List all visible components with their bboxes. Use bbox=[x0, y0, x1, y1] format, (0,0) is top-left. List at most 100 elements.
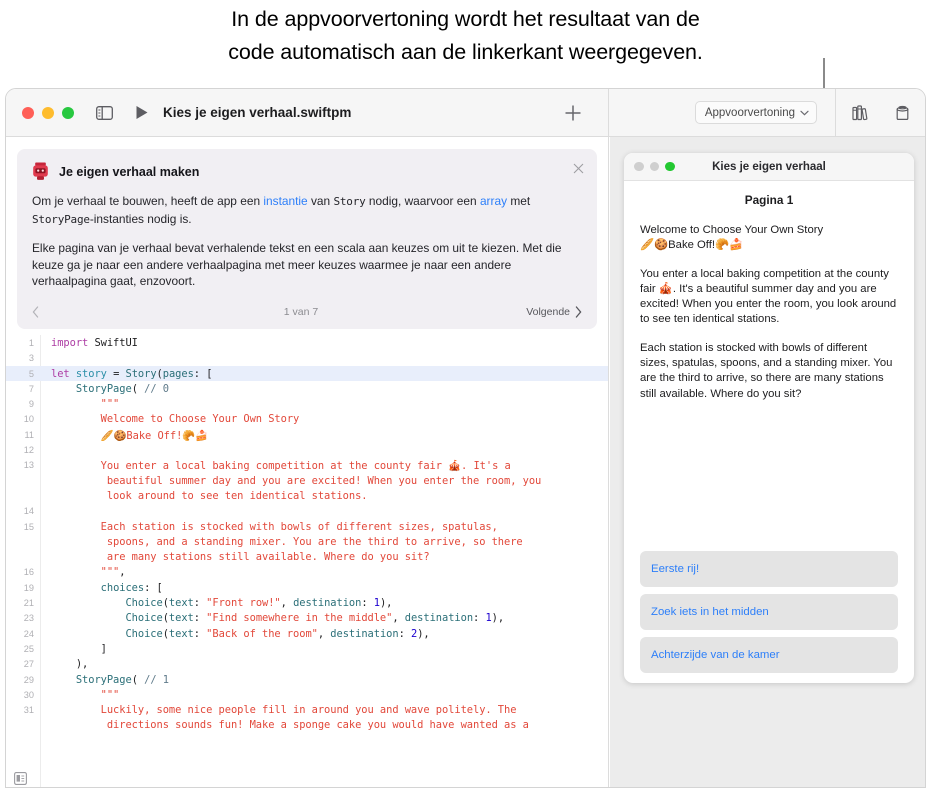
preview-close-dot[interactable] bbox=[634, 161, 644, 172]
code-line-text: are many stations still available. Where… bbox=[51, 551, 430, 564]
line-number: 15 bbox=[23, 521, 34, 532]
toolbar-right-section: Appvoorvertoning bbox=[609, 89, 925, 137]
story-paragraph: You enter a local baking competition at … bbox=[640, 267, 897, 326]
code-line-text: You enter a local baking competition at … bbox=[51, 460, 511, 473]
link-array[interactable]: array bbox=[480, 194, 507, 208]
code-line: 15 Each station is stocked with bowls of… bbox=[6, 519, 608, 534]
code-line-text: import SwiftUI bbox=[51, 337, 138, 349]
line-number: 12 bbox=[23, 445, 34, 456]
preview-choices-list: Eerste rij! Zoek iets in het midden Acht… bbox=[640, 551, 898, 673]
code-line: 24 Choice(text: "Back of the room", dest… bbox=[6, 626, 608, 641]
code-line: directions sounds fun! Make a sponge cak… bbox=[6, 717, 608, 732]
info-next-button[interactable]: Volgende bbox=[500, 306, 582, 318]
info-card-header: Je eigen verhaal maken bbox=[32, 162, 582, 181]
caption-line-1: In de appvoorvertoning wordt het resulta… bbox=[231, 7, 700, 31]
close-icon[interactable] bbox=[572, 162, 585, 175]
code-line: 31 Luckily, some nice people fill in aro… bbox=[6, 702, 608, 717]
code-line: 14 bbox=[6, 503, 608, 518]
ip1-code-storypage: StoryPage bbox=[32, 212, 90, 226]
code-line: 3 bbox=[6, 350, 608, 365]
code-line-text: StoryPage( // 0 bbox=[75, 382, 169, 395]
robot-face-icon bbox=[32, 162, 49, 181]
link-instantie[interactable]: instantie bbox=[263, 194, 307, 208]
code-line-text: let story = Story(pages: [ bbox=[51, 367, 213, 380]
code-line: 19 choices: [ bbox=[6, 580, 608, 595]
ip1-c: nodig, waarvoor een bbox=[365, 194, 480, 208]
preview-mode-select[interactable]: Appvoorvertoning bbox=[694, 101, 817, 124]
preview-minimize-dot[interactable] bbox=[649, 161, 659, 172]
minimize-window-button[interactable] bbox=[42, 106, 54, 119]
preview-page-label: Pagina 1 bbox=[744, 193, 794, 207]
line-number: 23 bbox=[23, 613, 34, 624]
code-line-text: look around to see ten identical station… bbox=[51, 489, 368, 502]
preview-mode-label: Appvoorvertoning bbox=[704, 106, 795, 119]
preview-live-dot[interactable] bbox=[665, 161, 675, 172]
line-number: 11 bbox=[24, 429, 34, 440]
info-card-footer: 1 van 7 Volgende bbox=[32, 303, 582, 321]
choice-button[interactable]: Zoek iets in het midden bbox=[640, 594, 898, 630]
caption-line-2: code automatisch aan de linkerkant weerg… bbox=[228, 40, 703, 64]
run-triangle-icon[interactable] bbox=[135, 105, 149, 120]
line-number: 27 bbox=[23, 659, 34, 670]
code-lines-container: 1 import SwiftUI 3 5 let story = Story(pages… bbox=[6, 335, 608, 733]
zoom-window-button[interactable] bbox=[62, 106, 74, 119]
line-number: 31 bbox=[23, 705, 34, 716]
line-number: 14 bbox=[23, 506, 34, 517]
close-window-button[interactable] bbox=[22, 106, 34, 119]
preview-window-titlebar: Kies je eigen verhaal bbox=[624, 153, 914, 181]
editor-options-icon[interactable] bbox=[14, 772, 27, 785]
line-number: 7 bbox=[28, 383, 34, 394]
code-line-text: Welcome to Choose Your Own Story bbox=[51, 413, 300, 426]
code-line: 21 Choice(text: "Front row!", destinatio… bbox=[6, 595, 608, 610]
ip1-d: met bbox=[507, 194, 531, 208]
plus-icon[interactable] bbox=[564, 104, 582, 122]
code-line-text: StoryPage( // 1 bbox=[75, 673, 169, 686]
toolbar-divider bbox=[835, 89, 836, 137]
ip1-b: van bbox=[307, 194, 334, 208]
code-line: 16 """, bbox=[6, 564, 608, 579]
story-paragraph: Each station is stocked with bowls of di… bbox=[640, 341, 893, 400]
code-line: 11 🥖🍪Bake Off!🥐🍰 bbox=[6, 427, 608, 442]
library-books-icon[interactable] bbox=[851, 103, 872, 123]
code-line-text: 🥖🍪Bake Off!🥐🍰 bbox=[51, 429, 209, 442]
choice-button[interactable]: Achterzijde van de kamer bbox=[640, 637, 898, 673]
chevron-right-icon bbox=[575, 305, 582, 318]
code-line-text: Choice(text: "Back of the room", destina… bbox=[125, 627, 430, 640]
app-window: Kies je eigen verhaal.swiftpm Appvoorver… bbox=[5, 88, 926, 788]
code-line: 10 Welcome to Choose Your Own Story bbox=[6, 411, 608, 426]
package-cylinder-icon[interactable] bbox=[892, 103, 913, 123]
code-text-area[interactable]: 1 import SwiftUI 3 5 let story = Story(pages… bbox=[6, 335, 608, 787]
preview-window: Kies je eigen verhaal Pagina 1 Welcome t… bbox=[624, 153, 914, 683]
story-paragraph: Welcome to Choose Your Own Story 🥖🍪Bake … bbox=[640, 224, 824, 252]
window-toolbar: Kies je eigen verhaal.swiftpm Appvoorver… bbox=[6, 89, 925, 137]
code-line-text: Luckily, some nice people fill in around… bbox=[51, 704, 517, 717]
info-page-count: 1 van 7 bbox=[283, 305, 319, 318]
info-prev-button[interactable] bbox=[32, 305, 102, 318]
code-line: 27 ), bbox=[6, 656, 608, 671]
app-preview-pane: Kies je eigen verhaal Pagina 1 Welcome t… bbox=[610, 137, 925, 787]
choice-button[interactable]: Eerste rij! bbox=[640, 551, 898, 587]
line-number: 19 bbox=[23, 582, 34, 593]
line-number bbox=[6, 473, 34, 476]
ip1-code-story: Story bbox=[333, 195, 366, 208]
line-number: 3 bbox=[28, 353, 34, 364]
line-number: 9 bbox=[28, 399, 34, 410]
info-next-label: Volgende bbox=[526, 305, 570, 318]
info-card: Je eigen verhaal maken Om je verhaal te … bbox=[17, 149, 597, 329]
line-number: 10 bbox=[23, 414, 34, 425]
preview-traffic-lights[interactable] bbox=[634, 161, 675, 172]
code-line: 9 """ bbox=[6, 396, 608, 411]
toolbar-left-section: Kies je eigen verhaal.swiftpm bbox=[6, 89, 609, 136]
code-line-text: Choice(text: "Front row!", destination: … bbox=[125, 597, 393, 610]
document-title: Kies je eigen verhaal.swiftpm bbox=[163, 105, 352, 120]
window-traffic-lights[interactable] bbox=[22, 106, 74, 119]
sidebar-toggle-icon[interactable] bbox=[96, 105, 113, 120]
figure-caption: In de appvoorvertoning wordt het resulta… bbox=[0, 0, 931, 84]
code-line-text: Choice(text: "Find somewhere in the midd… bbox=[125, 612, 505, 625]
code-line: look around to see ten identical station… bbox=[6, 488, 608, 503]
line-number: 16 bbox=[23, 567, 34, 578]
line-number: 13 bbox=[23, 460, 34, 471]
code-line-text: choices: [ bbox=[100, 581, 163, 594]
